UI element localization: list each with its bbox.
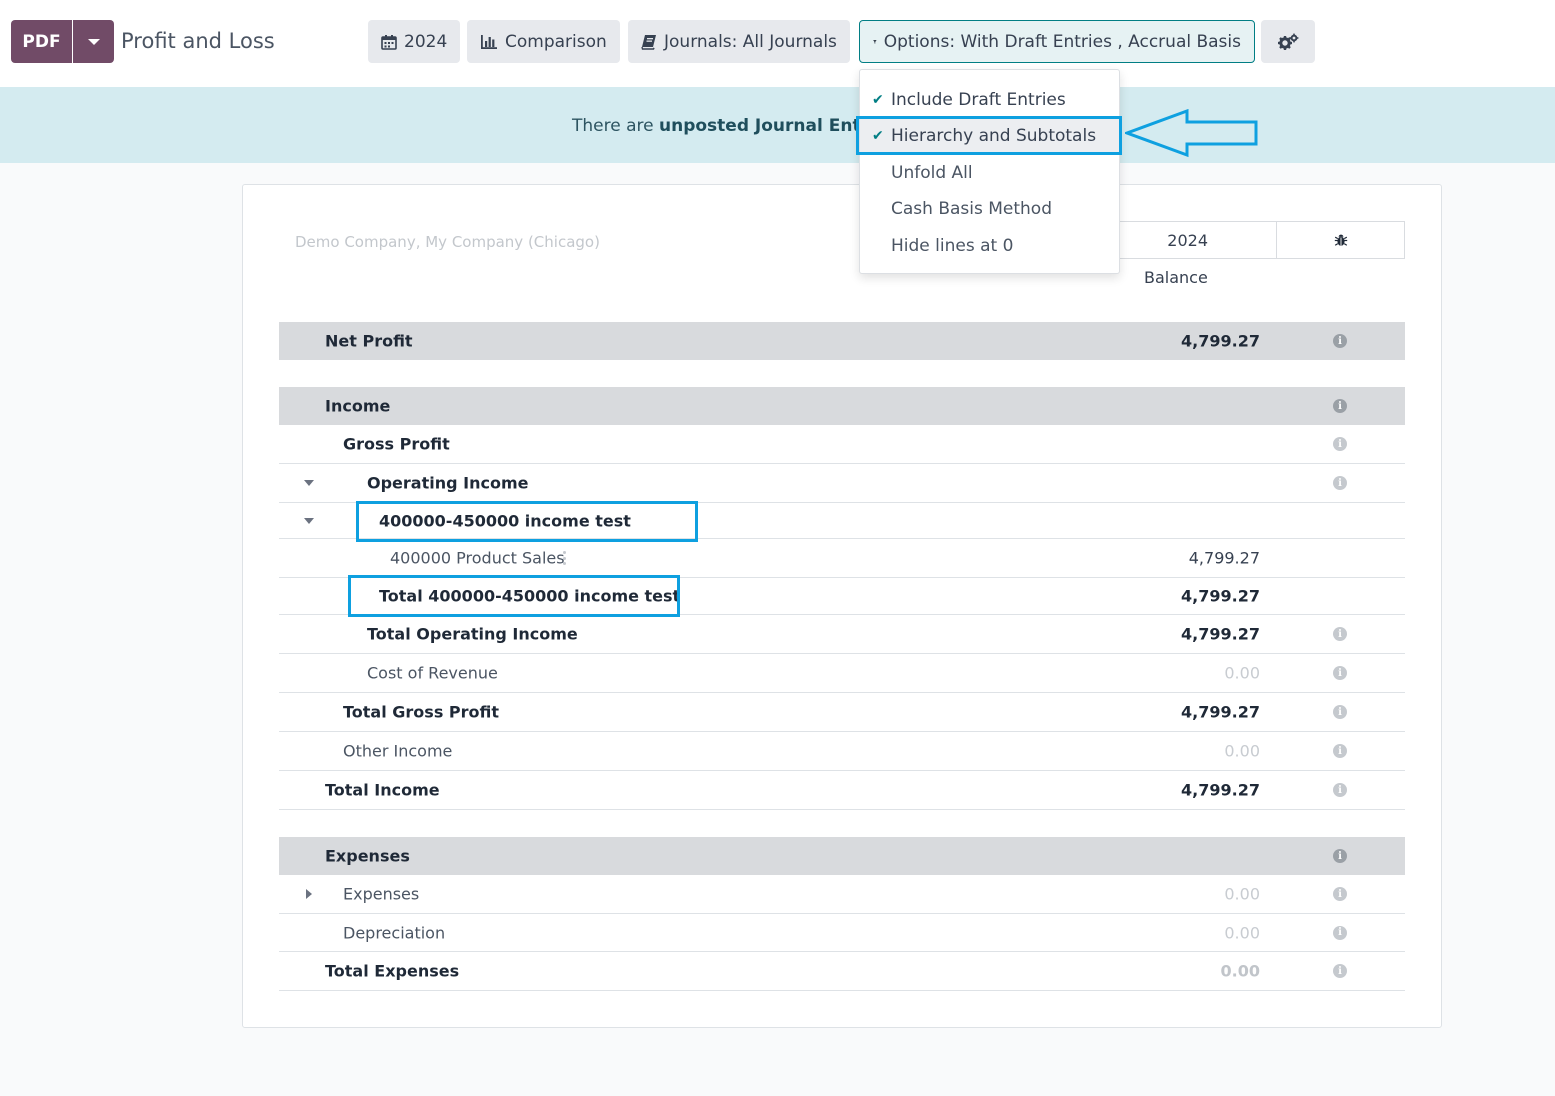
line-value: 4,799.27 [1181,586,1260,606]
report-line-expenses[interactable]: Expenses 0.00 i [279,875,1405,914]
book-icon [641,34,656,50]
report-line-depreciation[interactable]: Depreciation 0.00 i [279,914,1405,952]
journals-filter-label: Journals: All Journals [664,31,837,52]
info-icon[interactable]: i [1333,744,1347,758]
option-label: Hide lines at 0 [891,236,1014,256]
info-icon[interactable]: i [1333,476,1347,490]
line-actions-icon[interactable] [562,551,566,565]
line-label: 400000-450000 income test [379,511,631,530]
info-icon[interactable]: i [1333,627,1347,641]
line-value[interactable]: 0.00 [1221,962,1260,981]
info-icon[interactable]: i [1333,334,1347,348]
line-label: Expenses [343,884,420,904]
filter-icon [873,39,877,44]
info-icon[interactable]: i [1333,783,1347,797]
option-hide-lines-at-zero[interactable]: Hide lines at 0 [860,229,1119,263]
line-value[interactable]: 0.00 [1224,885,1260,904]
pdf-button[interactable]: PDF [11,20,72,63]
line-label: Total Operating Income [367,624,578,644]
calendar-icon [381,34,397,50]
info-icon[interactable]: i [1333,705,1347,719]
option-hierarchy-and-subtotals[interactable]: ✔ Hierarchy and Subtotals [860,119,1119,153]
gears-icon [1278,33,1299,50]
caret-down-icon [87,38,100,45]
line-label: Depreciation [343,923,446,942]
option-include-draft-entries[interactable]: ✔ Include Draft Entries [860,83,1119,117]
line-label: Cost of Revenue [367,663,498,683]
report-line-account-group[interactable]: 400000-450000 income test [279,503,1405,539]
line-label: 400000 Product Sales [390,548,565,568]
line-value[interactable]: 0.00 [1224,923,1260,942]
report-line-expenses-section[interactable]: Expenses i [279,837,1405,875]
report-line-gross-profit[interactable]: Gross Profit i [279,425,1405,464]
report-line-net-profit[interactable]: Net Profit 4,799.27 i [279,322,1405,360]
line-label: Operating Income [367,473,529,493]
option-label: Cash Basis Method [891,199,1053,219]
option-cash-basis-method[interactable]: Cash Basis Method [860,192,1119,226]
fold-toggle-icon[interactable] [304,480,314,486]
period-filter-button[interactable]: 2024 [368,20,461,63]
info-icon[interactable]: i [1333,925,1347,940]
report-line-total-income[interactable]: Total Income 4,799.27 i [279,771,1405,810]
line-value[interactable]: 0.00 [1224,742,1260,761]
info-icon[interactable]: i [1333,849,1347,863]
info-icon[interactable]: i [1333,887,1347,901]
report-line-group-total: Total 400000-450000 income test 4,799.27 [279,578,1405,615]
line-label: Total Gross Profit [343,702,500,722]
option-label: Hierarchy and Subtotals [891,126,1097,146]
line-label: Total 400000-450000 income test [379,586,681,606]
line-value[interactable]: 4,799.27 [1181,703,1260,722]
bug-icon [1334,234,1347,246]
info-icon[interactable]: i [1333,964,1347,978]
debug-button[interactable] [1276,221,1405,259]
line-label: Other Income [343,741,453,761]
company-name: Demo Company, My Company (Chicago) [295,233,600,251]
options-filter-label: Options: With Draft Entries , Accrual Ba… [883,31,1241,52]
line-label: Total Expenses [325,961,460,981]
journals-filter-button[interactable]: Journals: All Journals [628,20,850,63]
column-period-label: 2024 [1167,230,1208,250]
options-filter-button[interactable]: Options: With Draft Entries , Accrual Ba… [859,20,1255,63]
line-label: Total Income [325,780,440,800]
line-value[interactable]: 4,799.27 [1181,332,1260,351]
check-icon: ✔ [872,92,884,108]
line-label: Income [325,396,391,416]
line-label: Expenses [325,846,410,866]
line-label: Gross Profit [343,434,450,454]
settings-button[interactable] [1261,20,1315,63]
comparison-button[interactable]: Comparison [467,20,620,63]
line-value[interactable]: 0.00 [1224,664,1260,683]
line-value[interactable]: 4,799.27 [1181,781,1260,800]
fold-toggle-icon[interactable] [304,517,314,524]
page-title: Profit and Loss [121,29,275,53]
period-filter-label: 2024 [404,31,448,52]
report-line-operating-income[interactable]: Operating Income i [279,464,1405,503]
option-label: Include Draft Entries [891,90,1066,110]
report-line-total-expenses[interactable]: Total Expenses 0.00 i [279,952,1405,991]
option-unfold-all[interactable]: Unfold All [860,156,1119,190]
pdf-dropdown-toggle[interactable] [73,20,114,63]
info-icon[interactable]: i [1333,666,1347,680]
bar-chart-icon [481,34,497,49]
annotation-arrow-icon [1125,109,1258,158]
line-label: Net Profit [325,331,413,351]
comparison-label: Comparison [505,31,607,52]
check-icon: ✔ [872,128,884,144]
banner-message: There are unposted Journal Entries [572,116,896,136]
line-value[interactable]: 4,799.27 [1189,549,1260,568]
unfold-toggle-icon[interactable] [306,889,312,899]
option-label: Unfold All [891,163,973,183]
info-icon[interactable]: i [1333,399,1347,413]
report-line-total-gross-profit[interactable]: Total Gross Profit 4,799.27 i [279,693,1405,732]
report-line-income[interactable]: Income i [279,387,1405,425]
options-dropdown-menu: ✔ Include Draft Entries ✔ Hierarchy and … [859,69,1120,274]
banner-prefix: There are [572,116,659,136]
line-value[interactable]: 4,799.27 [1181,625,1260,644]
report-line-cost-of-revenue[interactable]: Cost of Revenue 0.00 i [279,654,1405,693]
column-balance-label: Balance [1144,268,1208,287]
report-line-other-income[interactable]: Other Income 0.00 i [279,732,1405,771]
report-line-product-sales[interactable]: 400000 Product Sales 4,799.27 [279,539,1405,578]
info-icon[interactable]: i [1333,437,1347,451]
report-line-total-operating-income[interactable]: Total Operating Income 4,799.27 i [279,615,1405,654]
